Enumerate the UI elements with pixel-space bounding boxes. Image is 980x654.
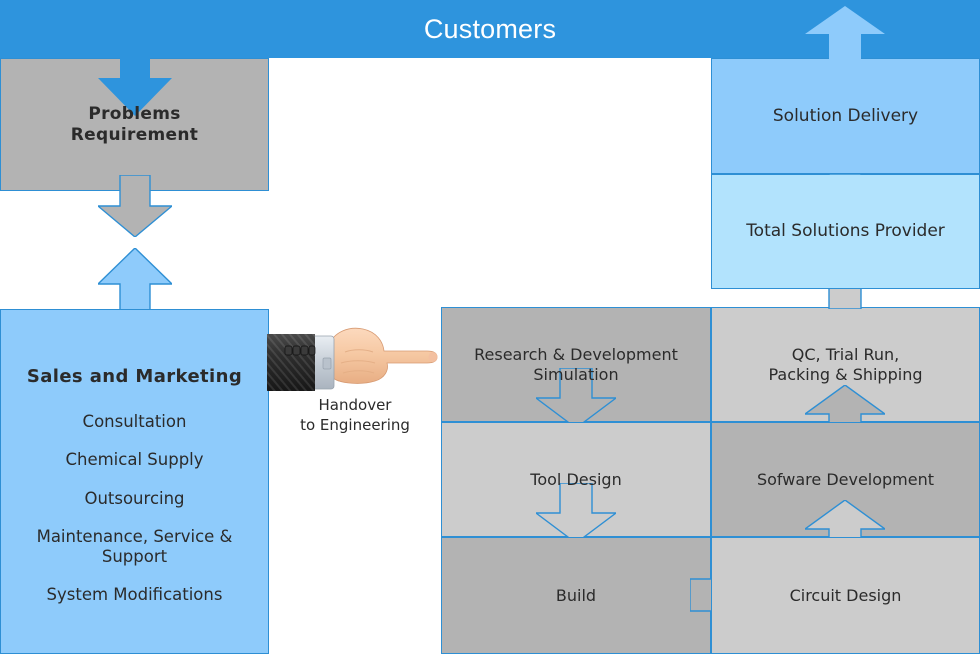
- problems-requirement-label: Problems Requirement: [65, 104, 204, 145]
- sales-item-outsourcing[interactable]: Outsourcing: [76, 489, 192, 508]
- arrow-sales-to-problems: [98, 248, 172, 310]
- build-box[interactable]: Build: [441, 537, 711, 654]
- sales-item-system-modifications[interactable]: System Modifications: [39, 585, 231, 604]
- problems-line-2: Requirement: [70, 124, 199, 145]
- handover-caption-line-2: to Engineering: [300, 415, 410, 434]
- page-title: Customers: [423, 13, 557, 44]
- solution-delivery-label: Solution Delivery: [772, 105, 919, 126]
- sales-and-marketing-title: Sales and Marketing: [26, 366, 243, 387]
- sales-item-consultation[interactable]: Consultation: [75, 412, 195, 431]
- sales-item-maintenance-service-support[interactable]: Maintenance, Service & Support: [29, 527, 241, 566]
- tool-design-box[interactable]: Tool Design: [441, 422, 711, 537]
- solution-delivery-box[interactable]: Solution Delivery: [711, 58, 980, 174]
- sales-and-marketing-box[interactable]: Sales and Marketing Consultation Chemica…: [0, 309, 269, 654]
- build-label: Build: [555, 585, 597, 605]
- customers-header-bar: Customers: [0, 0, 980, 58]
- qc-trial-run-label: QC, Trial Run, Packing & Shipping: [768, 344, 923, 384]
- problems-requirement-box[interactable]: Problems Requirement: [0, 58, 269, 191]
- handover-caption: Handover to Engineering: [270, 396, 440, 435]
- research-development-simulation-box[interactable]: Research & Development Simulation: [441, 307, 711, 422]
- total-solutions-provider-label: Total Solutions Provider: [746, 221, 945, 242]
- circuit-design-label: Circuit Design: [789, 585, 902, 605]
- total-solutions-provider-box[interactable]: Total Solutions Provider: [711, 174, 980, 289]
- sales-item-chemical-supply[interactable]: Chemical Supply: [57, 450, 211, 469]
- diagram-canvas: Customers Problems Requirement Sales and…: [0, 0, 980, 654]
- handover-caption-line-1: Handover: [318, 396, 392, 414]
- qc-trial-run-packing-shipping-box[interactable]: QC, Trial Run, Packing & Shipping: [711, 307, 980, 422]
- research-development-label: Research & Development Simulation: [474, 344, 678, 384]
- software-development-box[interactable]: Sofware Development: [711, 422, 980, 537]
- software-development-label: Sofware Development: [756, 469, 935, 489]
- problems-line-1: Problems: [88, 103, 181, 124]
- tool-design-label: Tool Design: [530, 469, 622, 489]
- circuit-design-box[interactable]: Circuit Design: [711, 537, 980, 654]
